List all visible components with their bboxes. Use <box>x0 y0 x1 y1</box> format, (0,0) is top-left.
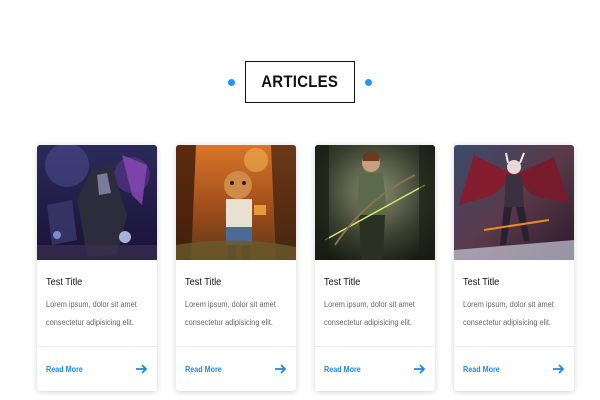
arrow-right-icon[interactable] <box>136 364 148 374</box>
card-text-line2: consectetur adipisicing elit. <box>324 318 412 327</box>
card-footer: Read More <box>315 347 435 391</box>
read-more-link[interactable]: Read More <box>185 365 222 374</box>
card-text-line1: Lorem ipsum, dolor sit amet <box>46 300 137 309</box>
arrow-right-icon[interactable] <box>553 364 565 374</box>
card-footer: Read More <box>454 347 574 391</box>
right-dot-icon <box>364 78 372 86</box>
dark-warrior-image <box>37 145 157 260</box>
card-body: Test Title Lorem ipsum, dolor sit amet c… <box>315 260 435 347</box>
article-image-archer-woman[interactable] <box>315 145 435 260</box>
left-dot-icon <box>228 78 236 86</box>
article-card: Test Title Lorem ipsum, dolor sit amet c… <box>176 145 296 391</box>
card-title: Test Title <box>185 277 222 288</box>
card-title: Test Title <box>324 277 361 288</box>
card-text-line2: consectetur adipisicing elit. <box>185 318 273 327</box>
card-body: Test Title Lorem ipsum, dolor sit amet c… <box>176 260 296 347</box>
card-text-line2: consectetur adipisicing elit. <box>463 318 551 327</box>
read-more-link[interactable]: Read More <box>463 365 500 374</box>
card-footer: Read More <box>37 347 157 391</box>
section-header: ARTICLES <box>0 60 600 104</box>
card-title: Test Title <box>46 277 83 288</box>
article-image-winged-demon[interactable] <box>454 145 574 260</box>
section-title-box: ARTICLES <box>245 61 355 103</box>
arrow-right-icon[interactable] <box>275 364 287 374</box>
winged-demon-image <box>454 145 574 260</box>
archer-woman-image <box>315 145 435 260</box>
article-card: Test Title Lorem ipsum, dolor sit amet c… <box>315 145 435 391</box>
section-title: ARTICLES <box>261 72 339 91</box>
card-body: Test Title Lorem ipsum, dolor sit amet c… <box>37 260 157 347</box>
card-text-line1: Lorem ipsum, dolor sit amet <box>185 300 276 309</box>
card-text-line1: Lorem ipsum, dolor sit amet <box>463 300 554 309</box>
forest-character-image <box>176 145 296 260</box>
article-image-forest-character[interactable] <box>176 145 296 260</box>
article-cards: Test Title Lorem ipsum, dolor sit amet c… <box>37 145 574 391</box>
card-text-line1: Lorem ipsum, dolor sit amet <box>324 300 415 309</box>
read-more-link[interactable]: Read More <box>324 365 361 374</box>
read-more-link[interactable]: Read More <box>46 365 83 374</box>
article-card: Test Title Lorem ipsum, dolor sit amet c… <box>37 145 157 391</box>
card-title: Test Title <box>463 277 500 288</box>
card-footer: Read More <box>176 347 296 391</box>
card-text-line2: consectetur adipisicing elit. <box>46 318 134 327</box>
article-card: Test Title Lorem ipsum, dolor sit amet c… <box>454 145 574 391</box>
article-image-dark-warrior[interactable] <box>37 145 157 260</box>
card-body: Test Title Lorem ipsum, dolor sit amet c… <box>454 260 574 347</box>
arrow-right-icon[interactable] <box>414 364 426 374</box>
